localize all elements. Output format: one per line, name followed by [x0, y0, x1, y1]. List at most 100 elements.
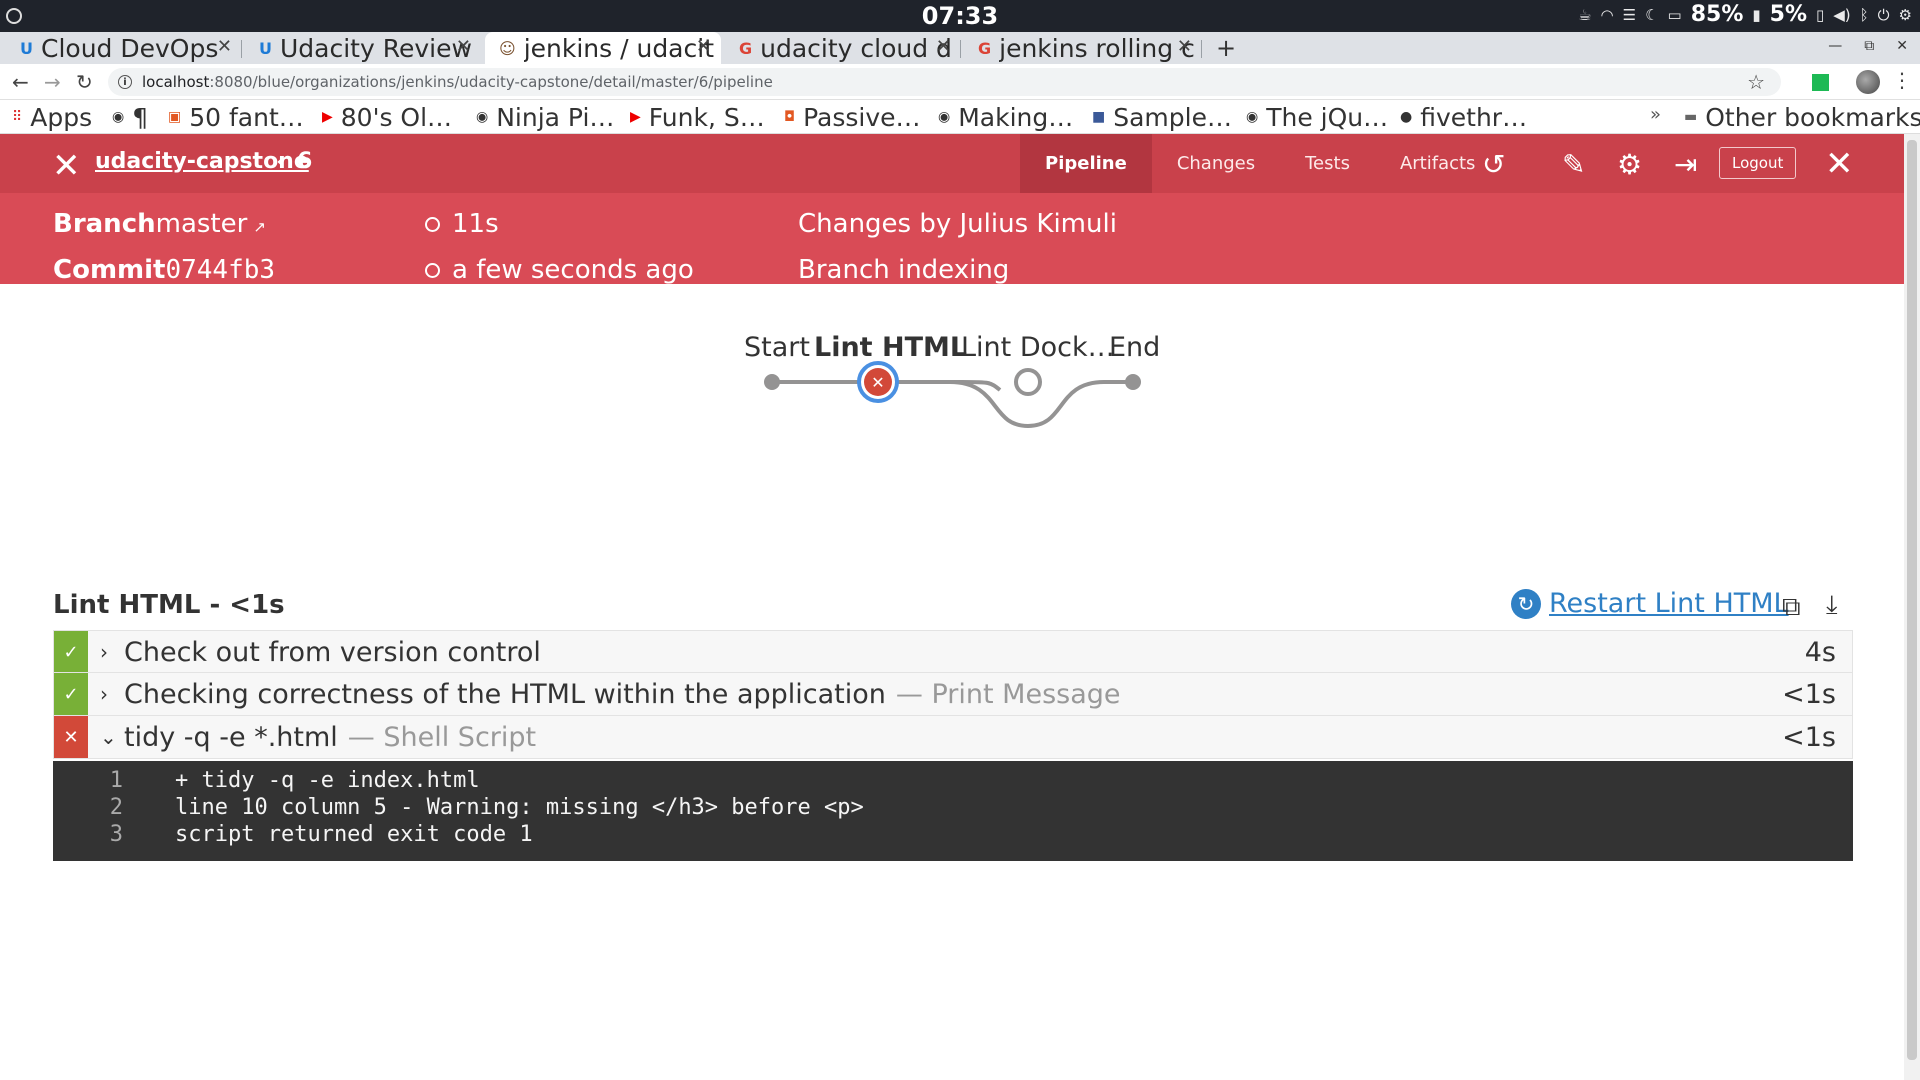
edit-pencil-icon[interactable]: ✎ — [1562, 148, 1585, 181]
settings-power-icon[interactable]: ⚙ — [1899, 6, 1912, 24]
browser-menu-icon[interactable]: ⋮ — [1892, 68, 1912, 92]
tab-title: jenkins / udacit — [523, 33, 714, 63]
browser-tab-cloud-devops[interactable]: U Cloud DevOps ✕ — [6, 32, 242, 64]
minimize-icon[interactable]: — — [1828, 38, 1842, 54]
page-scrollbar[interactable] — [1904, 134, 1920, 1080]
menu-icon[interactable]: ☰ — [1623, 6, 1636, 24]
other-bookmarks[interactable]: ▬ Other bookmarks — [1684, 100, 1920, 134]
stage-node-lint-docker[interactable] — [1014, 368, 1042, 396]
browser-tab-udacity-review[interactable]: U Udacity Review ✕ — [245, 32, 481, 64]
close-tab-icon[interactable]: ✕ — [456, 36, 471, 57]
rerun-icon[interactable]: ↺ — [1482, 148, 1505, 181]
bookmark-sample[interactable]: ■ Sample… — [1092, 100, 1232, 134]
forward-arrow-icon[interactable]: → — [44, 70, 61, 94]
log-line-number[interactable]: 1 — [53, 768, 123, 793]
extension-icon[interactable] — [1812, 74, 1829, 91]
gear-icon[interactable]: ⚙ — [1617, 148, 1642, 181]
tab-separator — [241, 40, 242, 58]
close-tab-icon[interactable]: ✕ — [217, 36, 232, 57]
tab-changes[interactable]: Changes — [1152, 134, 1280, 193]
bluetooth-icon[interactable]: ᛒ — [1860, 6, 1869, 24]
bookmark-pilcrow[interactable]: ◉ ¶ — [112, 100, 148, 134]
tab-pipeline[interactable]: Pipeline — [1020, 134, 1152, 193]
run-number: 6 — [297, 149, 313, 174]
logout-button[interactable]: Logout — [1719, 147, 1797, 179]
google-icon: G — [978, 38, 992, 58]
bookmark-label: Making… — [958, 102, 1074, 132]
bookmark-label: 50 fant… — [189, 102, 304, 132]
duration-row: 11s — [425, 209, 499, 239]
cup-icon[interactable]: ☕ — [1578, 6, 1591, 24]
browser-tab-jenkins[interactable]: ☺ jenkins / udacit ✕ — [485, 32, 721, 64]
volume-icon[interactable]: ◀) — [1833, 6, 1850, 24]
close-tab-icon[interactable]: ✕ — [936, 36, 951, 57]
bookmark-apps[interactable]: ⠿ Apps — [12, 100, 92, 134]
battery-icon[interactable]: ▮ — [1752, 6, 1760, 24]
maximize-icon[interactable]: ⧉ — [1864, 38, 1874, 54]
battery-low-icon[interactable]: ▯ — [1816, 6, 1824, 24]
close-tab-icon[interactable]: ✕ — [1177, 36, 1192, 57]
step-row[interactable]: ✓ › Checking correctness of the HTML wit… — [53, 673, 1853, 716]
folder-icon[interactable]: ▭ — [1668, 6, 1682, 24]
back-arrow-icon[interactable]: ← — [12, 70, 29, 94]
bookmark-80s-ol[interactable]: ▶ 80's Ol… — [322, 100, 452, 134]
bookmark-label: Other bookmarks — [1705, 102, 1920, 132]
bookmark-star-icon[interactable]: ☆ — [1747, 70, 1765, 94]
tab-title: Cloud DevOps — [41, 33, 219, 63]
bookmark-passive[interactable]: ◘ Passive… — [784, 100, 921, 134]
url-host: localhost — [142, 73, 210, 91]
new-tab-icon[interactable]: + — [1216, 34, 1236, 62]
failed-x-icon: ✕ — [871, 373, 884, 392]
success-check-icon: ✓ — [54, 673, 88, 715]
browser-tab-jenkins-rolling[interactable]: G jenkins rolling c ✕ — [964, 32, 1202, 64]
chevron-right-icon[interactable]: › — [100, 682, 108, 706]
chevron-left-icon[interactable]: ‹ — [276, 147, 286, 175]
bookmark-fivethirtyeight[interactable]: ● fivethr… — [1400, 100, 1527, 134]
chevron-right-icon[interactable]: › — [100, 640, 108, 664]
scrollbar-thumb[interactable] — [1907, 140, 1917, 1060]
step-row[interactable]: ✓ › Check out from version control 4s — [53, 630, 1853, 673]
classic-ui-exit-icon[interactable]: ⇥ — [1674, 148, 1697, 181]
url-bar[interactable]: i localhost:8080/blue/organizations/jenk… — [108, 68, 1781, 96]
browser-tab-udacity-cloud[interactable]: G udacity cloud d ✕ — [725, 32, 961, 64]
log-line-number[interactable]: 2 — [53, 795, 123, 820]
step-duration: <1s — [1782, 679, 1836, 710]
download-icon[interactable]: ⤓ — [1826, 590, 1838, 621]
bookmark-ninja-pi[interactable]: ◉ Ninja Pi… — [476, 100, 614, 134]
power-icon[interactable]: ⏻ — [1878, 6, 1890, 24]
globe-icon: ◉ — [476, 109, 489, 125]
tab-tests[interactable]: Tests — [1280, 134, 1375, 193]
log-line: 3 script returned exit code 1 — [53, 822, 1853, 849]
open-in-new-icon[interactable]: ⧉ — [1782, 592, 1801, 623]
navigation-bar: ← → ↻ i localhost:8080/blue/organization… — [0, 64, 1920, 100]
wifi-icon[interactable]: ◠ — [1601, 6, 1614, 24]
udacity-icon: U — [20, 38, 33, 58]
bookmark-funk[interactable]: ▶ Funk, S… — [630, 100, 765, 134]
profile-avatar[interactable] — [1856, 70, 1880, 94]
bookmark-making[interactable]: ◉ Making… — [938, 100, 1073, 134]
bookmarks-overflow-icon[interactable]: » — [1650, 104, 1661, 125]
close-icon[interactable]: ✕ — [52, 146, 81, 186]
window-close-icon[interactable]: ✕ — [1896, 38, 1908, 54]
tab-title: udacity cloud d — [760, 33, 952, 63]
close-run-icon[interactable]: ✕ — [1825, 144, 1854, 184]
step-row-expanded[interactable]: ✕ ⌄ tidy -q -e *.html — Shell Script <1s — [53, 716, 1853, 759]
step-type: — Print Message — [895, 679, 1121, 710]
info-icon[interactable]: i — [118, 75, 132, 89]
window-controls: — ⧉ ✕ — [1828, 38, 1908, 54]
bookmark-label: Funk, S… — [648, 102, 765, 132]
close-tab-icon[interactable]: ✕ — [696, 36, 711, 57]
night-mode-icon[interactable]: ☾ — [1645, 6, 1658, 24]
log-line-number[interactable]: 3 — [53, 822, 123, 847]
facebook-icon: ■ — [1092, 109, 1106, 125]
system-tray: ☕ ◠ ☰ ☾ ▭ 85% ▮ 5% ▯ ◀) ᛒ ⏻ ⚙ — [1578, 2, 1912, 27]
external-link-icon[interactable]: ↗ — [253, 218, 266, 236]
commit-value[interactable]: 0744fb3 — [165, 255, 275, 284]
branch-value[interactable]: master — [156, 209, 248, 239]
reload-icon[interactable]: ↻ — [76, 70, 93, 94]
bookmark-jquery[interactable]: ◉ The jQu… — [1246, 100, 1388, 134]
bookmark-50-fant[interactable]: ▣ 50 fant… — [168, 100, 304, 134]
step-log-output[interactable]: 1 + tidy -q -e index.html 2 line 10 colu… — [53, 761, 1853, 861]
chevron-down-icon[interactable]: ⌄ — [100, 725, 117, 749]
restart-stage-link[interactable]: ↻ Restart Lint HTML — [1511, 588, 1789, 619]
